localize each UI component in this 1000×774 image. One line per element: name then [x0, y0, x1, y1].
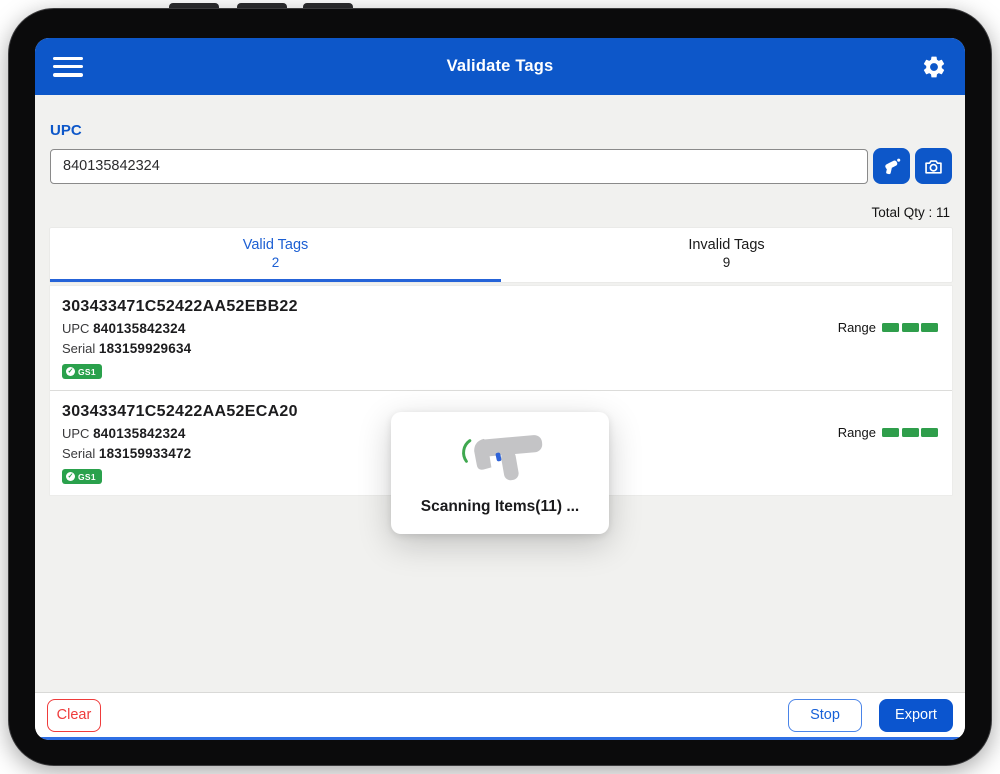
tab-bar: Valid Tags 2 Invalid Tags 9 — [50, 228, 952, 282]
range-indicator: Range — [838, 425, 938, 440]
rfid-scanner-gun-icon — [444, 430, 556, 484]
gs1-badge: ✓ GS1 — [62, 364, 102, 379]
gs1-badge: ✓ GS1 — [62, 469, 102, 484]
menu-icon[interactable] — [53, 57, 83, 77]
tab-count: 2 — [272, 255, 280, 270]
scanning-modal: Scanning Items(11) ... — [391, 412, 609, 534]
upc-label: UPC — [50, 122, 952, 139]
check-circle-icon: ✓ — [66, 367, 75, 376]
tab-valid-tags[interactable]: Valid Tags 2 — [50, 228, 501, 282]
signal-bars — [882, 428, 938, 437]
rfid-scanner-button[interactable] — [873, 148, 910, 184]
total-qty-text: Total Qty : 11 — [50, 205, 952, 220]
app-screen: Validate Tags UPC — [35, 38, 965, 740]
tab-invalid-tags[interactable]: Invalid Tags 9 — [501, 228, 952, 282]
settings-gear-icon[interactable] — [921, 54, 947, 80]
stop-button[interactable]: Stop — [788, 699, 862, 732]
bottom-toolbar: Clear Stop Export — [35, 692, 965, 737]
scanner-gun-icon — [881, 155, 903, 177]
serial-line: Serial 183159929634 — [62, 341, 938, 356]
tag-list-item[interactable]: 303433471C52422AA52EBB22 UPC 84013584232… — [50, 286, 952, 390]
bottom-accent-line — [35, 737, 965, 740]
tab-label: Invalid Tags — [688, 237, 764, 253]
tablet-device: Validate Tags UPC — [0, 0, 1000, 774]
upc-input[interactable] — [50, 149, 868, 184]
tag-id: 303433471C52422AA52EBB22 — [62, 298, 938, 316]
main-content: UPC — [35, 95, 965, 692]
upc-line: UPC 840135842324 — [62, 321, 938, 336]
page-title: Validate Tags — [35, 57, 965, 76]
tab-count: 9 — [723, 255, 731, 270]
clear-button[interactable]: Clear — [47, 699, 101, 732]
camera-icon — [923, 156, 944, 177]
camera-scan-button[interactable] — [915, 148, 952, 184]
range-label: Range — [838, 425, 876, 440]
app-header: Validate Tags — [35, 38, 965, 95]
upc-input-row — [50, 148, 952, 184]
scanning-message: Scanning Items(11) ... — [421, 498, 580, 516]
signal-bars — [882, 323, 938, 332]
range-label: Range — [838, 320, 876, 335]
tab-label: Valid Tags — [243, 237, 309, 253]
check-circle-icon: ✓ — [66, 472, 75, 481]
export-button[interactable]: Export — [879, 699, 953, 732]
range-indicator: Range — [838, 320, 938, 335]
